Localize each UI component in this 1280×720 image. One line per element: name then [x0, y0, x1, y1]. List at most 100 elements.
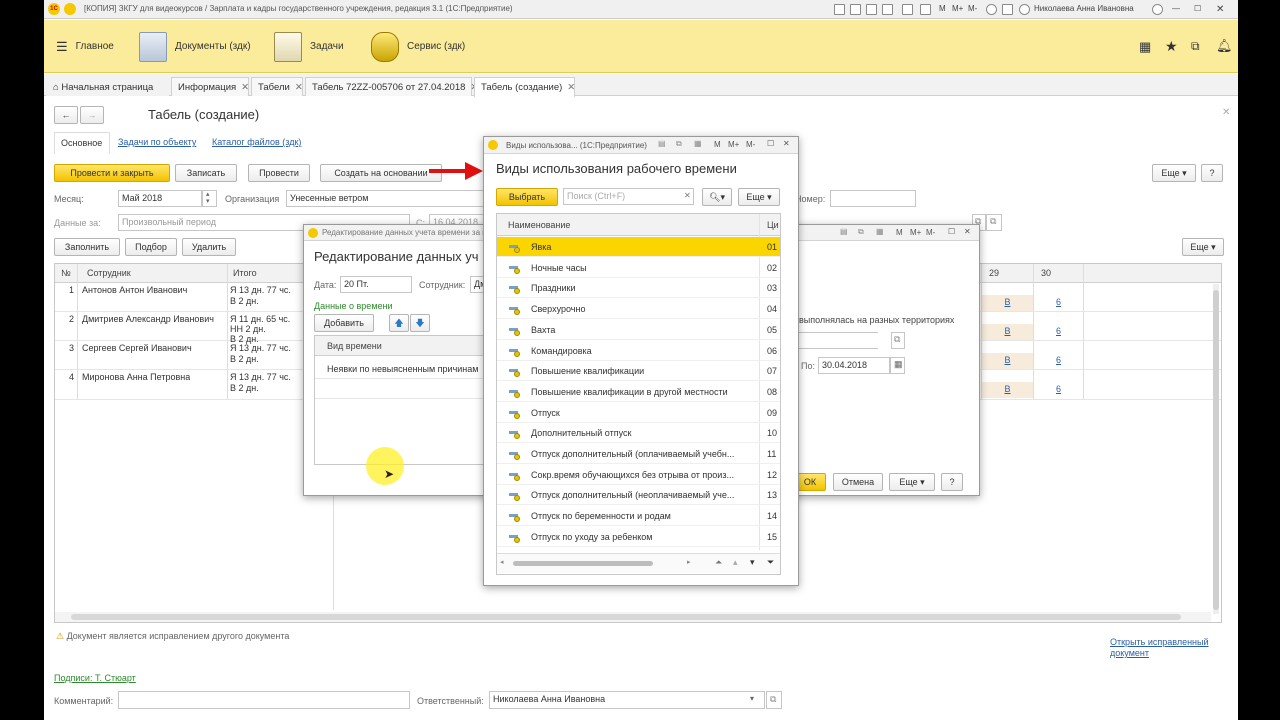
open-icon[interactable]: ⧉	[891, 332, 905, 349]
select-button[interactable]: Подбор	[125, 238, 177, 256]
horizontal-scrollbar[interactable]	[513, 561, 653, 566]
memory-plus-icon[interactable]: M+	[728, 140, 739, 149]
list-item[interactable]: Праздники 03	[497, 278, 780, 299]
add-button[interactable]: Добавить	[314, 314, 374, 332]
open-icon[interactable]: ⧉	[986, 214, 1002, 231]
list-item[interactable]: Дополнительный отпуск 10	[497, 423, 780, 444]
dropdown-icon[interactable]: ▾	[750, 694, 754, 703]
list-item[interactable]: Командировка 06	[497, 341, 780, 361]
list-item[interactable]: Ночные часы 02	[497, 258, 780, 278]
nav-service[interactable]: Сервис (здк)	[371, 20, 465, 73]
back-button[interactable]: ←	[54, 106, 78, 124]
open-icon[interactable]: ⧉	[766, 691, 782, 709]
nav-documents[interactable]: Документы (здк)	[139, 20, 251, 73]
month-stepper[interactable]: ▴ ▾	[202, 190, 217, 207]
memory-plus-icon[interactable]: M+	[952, 4, 963, 13]
calculator-icon[interactable]: ▦	[694, 139, 702, 148]
form-close-icon[interactable]: ✕	[1222, 107, 1230, 118]
employee-field[interactable]: Дм	[470, 276, 484, 293]
close-tab-icon[interactable]: ✕	[567, 82, 575, 93]
list-item[interactable]: Отпуск 09	[497, 403, 780, 423]
nav-main[interactable]: ☰ Главное	[56, 20, 114, 73]
open-corrected-link[interactable]: Открыть исправленный документ	[1110, 637, 1220, 659]
vertical-scrollbar[interactable]	[1213, 284, 1219, 614]
info-icon[interactable]	[1152, 4, 1163, 15]
forward-button[interactable]: →	[80, 106, 104, 124]
close-icon[interactable]: ✕	[1216, 4, 1224, 15]
search-icon[interactable]: 🔍︎▾	[702, 188, 732, 206]
post-button[interactable]: Провести	[248, 164, 310, 182]
more-button[interactable]: Еще ▾	[738, 188, 780, 206]
memory-minus-icon[interactable]: M-	[746, 140, 755, 149]
first-page-icon[interactable]: ⏶	[715, 557, 722, 568]
time-kind-row[interactable]: Неявки по невыясненным причинам	[327, 364, 478, 374]
save-button[interactable]: Записать	[175, 164, 237, 182]
minimize-icon[interactable]: —	[1172, 4, 1180, 13]
create-based-button[interactable]: Создать на основании	[320, 164, 442, 182]
search-icon[interactable]	[986, 4, 997, 15]
print-icon[interactable]: ▤	[658, 139, 666, 148]
number-field[interactable]	[830, 190, 916, 207]
memory-m-icon[interactable]: M	[896, 228, 903, 237]
calculator-icon[interactable]	[920, 4, 931, 15]
memory-minus-icon[interactable]: M-	[968, 4, 977, 13]
link-icon[interactable]: ⧉	[676, 139, 682, 149]
to-date-field[interactable]: 30.04.2018	[818, 357, 890, 374]
prev-page-icon[interactable]: ▴	[733, 557, 738, 568]
calendar-icon[interactable]	[902, 4, 913, 15]
scroll-right-icon[interactable]: ▸	[687, 558, 691, 566]
history-icon[interactable]: ⧉	[1191, 39, 1200, 54]
tab-home[interactable]: ⌂ Начальная страница	[46, 77, 169, 96]
memory-m-icon[interactable]: M	[939, 4, 946, 13]
calculator-icon[interactable]: ▦	[876, 227, 884, 236]
star-icon[interactable]: ★	[1165, 38, 1178, 55]
delete-button[interactable]: Удалить	[182, 238, 236, 256]
list-item[interactable]: Отпуск дополнительный (оплачиваемый учеб…	[497, 444, 780, 464]
link-icon[interactable]	[866, 4, 877, 15]
list-item[interactable]: Сверхурочно 04	[497, 299, 780, 320]
grid-more-button[interactable]: Еще ▾	[1182, 238, 1224, 256]
help-button[interactable]: ?	[1201, 164, 1223, 182]
list-item[interactable]: Отпуск дополнительный (неоплачиваемый уч…	[497, 485, 780, 506]
choose-button[interactable]: Выбрать	[496, 188, 558, 206]
next-page-icon[interactable]: ▾	[750, 557, 755, 568]
maximize-icon[interactable]: ☐	[1194, 4, 1201, 13]
close-tab-icon[interactable]: ✕	[295, 82, 303, 93]
link-icon[interactable]: ⧉	[858, 227, 864, 237]
post-close-button[interactable]: Провести и закрыть	[54, 164, 170, 182]
list-item[interactable]: Явка 01	[497, 237, 780, 257]
list-item[interactable]: Повышение квалификации в другой местност…	[497, 382, 780, 402]
list-item[interactable]: Вахта 05	[497, 320, 780, 340]
comment-field[interactable]	[118, 691, 410, 709]
close-tab-icon[interactable]: ✕	[241, 82, 249, 93]
responsible-field[interactable]: Николаева Анна Ивановна	[489, 691, 765, 709]
more-button[interactable]: Еще ▾	[1152, 164, 1196, 182]
clear-search-icon[interactable]: ✕	[684, 191, 691, 200]
maximize-icon[interactable]: ☐	[767, 139, 774, 148]
org-field[interactable]: Унесенные ветром	[286, 190, 486, 207]
list-item[interactable]: Отпуск по беременности и родам 14	[497, 506, 780, 527]
print-icon[interactable]: ▤	[840, 227, 848, 236]
list-item[interactable]: Сокр.время обучающихся без отрыва от про…	[497, 465, 780, 485]
move-up-icon[interactable]: 🡅︎	[389, 314, 409, 332]
history-icon[interactable]	[1002, 4, 1013, 15]
nav-tasks[interactable]: Задачи	[274, 20, 344, 73]
subtab-files[interactable]: Каталог файлов (здк)	[212, 137, 301, 147]
search-input[interactable]: Поиск (Ctrl+F)	[563, 188, 694, 205]
tab-info[interactable]: Информация ✕	[171, 77, 249, 96]
memory-plus-icon[interactable]: M+	[910, 228, 921, 237]
memory-m-icon[interactable]: M	[714, 140, 721, 149]
maximize-icon[interactable]: ☐	[948, 227, 955, 236]
calendar-icon[interactable]: ▦	[890, 357, 905, 374]
memory-minus-icon[interactable]: M-	[926, 228, 935, 237]
move-down-icon[interactable]: 🡇︎	[410, 314, 430, 332]
month-field[interactable]: Май 2018	[118, 190, 202, 207]
list-item[interactable]: Отпуск по уходу за ребенком 15	[497, 527, 780, 547]
scroll-left-icon[interactable]: ◂	[500, 558, 504, 566]
close-icon[interactable]: ✕	[964, 227, 971, 236]
subtab-tasks[interactable]: Задачи по объекту	[118, 137, 196, 147]
date-field[interactable]: 20 Пт.	[340, 276, 412, 293]
list-item[interactable]: Повышение квалификации 07	[497, 361, 780, 382]
last-page-icon[interactable]: ⏷	[767, 557, 774, 568]
mail-icon[interactable]	[882, 4, 893, 15]
